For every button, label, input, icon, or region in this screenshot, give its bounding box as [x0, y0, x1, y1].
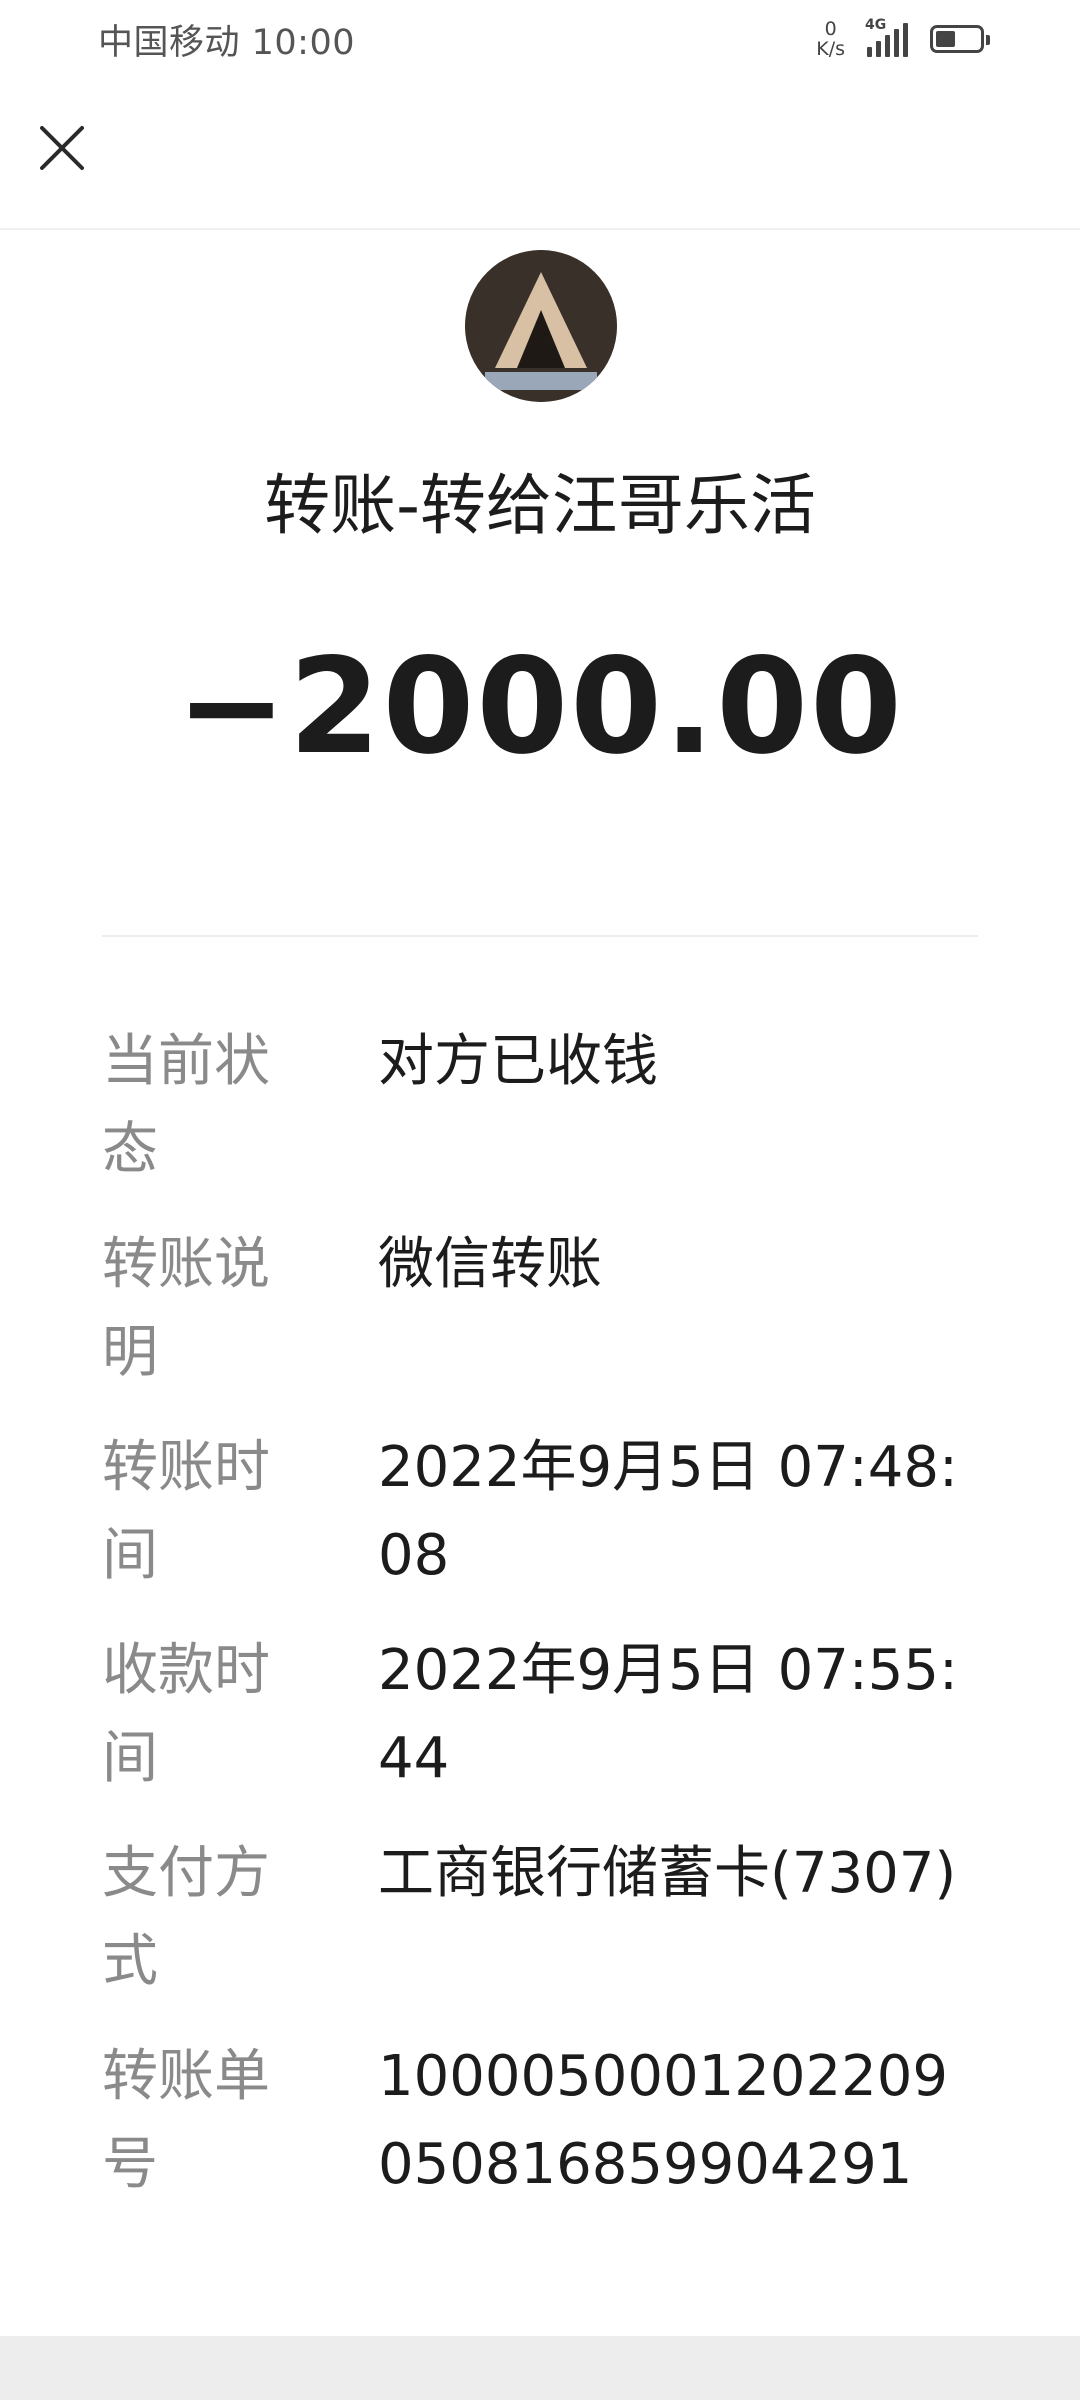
detail-label: 支付方式	[102, 1841, 270, 1994]
detail-row-transfer-time: 转账时间 2022年9月5日 07:48:08	[102, 1424, 982, 1627]
signal-bar	[903, 23, 908, 57]
detail-value[interactable]: 1000050001202209050816859904291	[378, 2033, 978, 2209]
detail-value: 2022年9月5日 07:55:44	[378, 1638, 958, 1791]
signal-bar	[876, 41, 881, 57]
detail-row-status: 当前状态 对方已收钱	[102, 1018, 982, 1221]
detail-value: 工商银行储蓄卡(7307)	[378, 1841, 957, 1906]
close-button[interactable]	[34, 120, 90, 176]
transfer-details: 当前状态 对方已收钱 转账说明 微信转账 转账时间 2022年9月5日 07:4…	[102, 1018, 982, 2236]
avatar-image	[465, 250, 617, 402]
network-speed: 0 K/s	[816, 19, 845, 59]
detail-label: 转账时间	[102, 1435, 270, 1588]
status-icons: 0 K/s 4G	[816, 14, 990, 64]
signal-icon: 4G	[865, 17, 908, 57]
transfer-amount: −2000.00	[176, 630, 904, 784]
detail-label: 转账说明	[102, 1232, 270, 1385]
network-speed-unit: K/s	[816, 38, 845, 60]
signal-bar	[867, 47, 872, 57]
detail-value: 微信转账	[378, 1232, 602, 1297]
status-bar: 中国移动 10:00 0 K/s 4G	[0, 0, 1080, 80]
avatar[interactable]	[465, 250, 617, 402]
close-icon	[40, 126, 84, 170]
battery-level	[936, 31, 955, 47]
signal-bar	[885, 35, 890, 57]
section-divider	[102, 935, 978, 937]
network-type: 4G	[865, 17, 887, 33]
transfer-title: 转账-转给汪哥乐活	[264, 467, 816, 544]
detail-label: 当前状态	[102, 1029, 270, 1182]
battery-icon	[930, 25, 990, 53]
carrier-time: 中国移动 10:00	[98, 23, 355, 63]
detail-value: 2022年9月5日 07:48:08	[378, 1435, 958, 1588]
detail-row-note: 转账说明 微信转账	[102, 1221, 982, 1424]
detail-row-receive-time: 收款时间 2022年9月5日 07:55:44	[102, 1627, 982, 1830]
signal-bar	[894, 29, 899, 57]
header-divider	[0, 228, 1080, 230]
detail-label: 收款时间	[102, 1638, 270, 1791]
detail-label: 转账单号	[102, 2044, 270, 2197]
detail-value: 对方已收钱	[378, 1029, 658, 1094]
network-speed-value: 0	[824, 18, 837, 40]
bottom-band	[0, 2336, 1080, 2400]
detail-row-transaction-id: 转账单号 1000050001202209050816859904291	[102, 2033, 982, 2236]
detail-row-payment-method: 支付方式 工商银行储蓄卡(7307)	[102, 1830, 982, 2033]
